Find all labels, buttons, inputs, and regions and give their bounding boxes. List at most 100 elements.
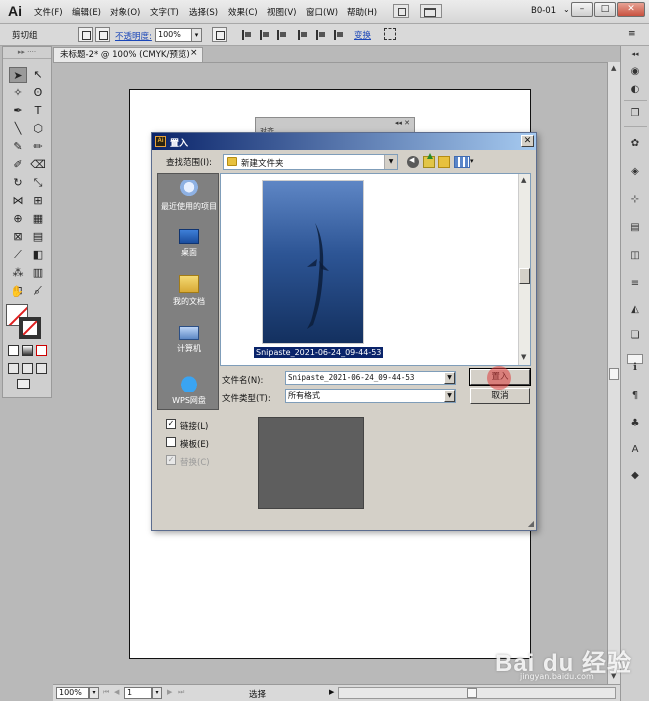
menu-select[interactable]: 选择(S): [189, 6, 218, 18]
swatches-panel-icon[interactable]: ❐: [627, 106, 643, 121]
vertical-scrollbar[interactable]: ▲ ▼: [607, 62, 620, 684]
status-text[interactable]: 选择: [249, 688, 266, 700]
symbols-panel-icon[interactable]: ✿: [627, 136, 643, 151]
artboard-number-input[interactable]: 1: [124, 687, 152, 699]
resize-grip-icon[interactable]: ◢: [528, 519, 534, 528]
opacity-label[interactable]: 不透明度:: [115, 30, 152, 42]
maximize-button[interactable]: □: [594, 2, 616, 17]
paragraph-panel-icon[interactable]: ¶: [627, 388, 643, 403]
direct-selection-tool-icon[interactable]: ↖: [29, 67, 47, 83]
hand-tool-icon[interactable]: ✋: [8, 284, 26, 300]
place-desktop[interactable]: 桌面: [158, 229, 220, 258]
scroll-up-icon[interactable]: ▲: [611, 64, 616, 72]
horizontal-scrollbar[interactable]: [338, 687, 616, 699]
rectangle-tool-icon[interactable]: ⬡: [29, 121, 47, 137]
graphic-styles-icon[interactable]: ◈: [627, 164, 643, 179]
zoom-input[interactable]: 100%: [56, 687, 89, 699]
align-panel-icon[interactable]: ▤: [627, 220, 643, 235]
blob-brush-tool-icon[interactable]: ✐: [9, 157, 27, 173]
workspace-switcher[interactable]: B0-01: [531, 6, 556, 16]
perspective-grid-tool-icon[interactable]: ▦: [29, 211, 47, 227]
up-folder-icon[interactable]: [423, 153, 435, 168]
zoom-tool-icon[interactable]: ⌕: [28, 284, 46, 300]
back-icon[interactable]: [407, 156, 419, 168]
close-window-button[interactable]: ✕: [617, 2, 645, 17]
character-panel-icon[interactable]: ♣: [627, 416, 643, 431]
isolate-group-icon[interactable]: [384, 28, 396, 40]
eraser-tool-icon[interactable]: ⌫: [29, 157, 47, 173]
template-checkbox[interactable]: [166, 437, 176, 447]
transform-link[interactable]: 变换: [354, 29, 371, 41]
menu-window[interactable]: 窗口(W): [306, 6, 338, 18]
file-list-scrollbar[interactable]: ▲ ▼: [518, 174, 530, 365]
character-styles-icon[interactable]: A: [627, 442, 643, 457]
floating-panel-controls[interactable]: ◂◂ ✕: [395, 119, 410, 127]
menu-view[interactable]: 视图(V): [267, 6, 296, 18]
dock-collapse-icon[interactable]: ◂◂: [627, 50, 643, 58]
scroll-up-icon[interactable]: ▲: [521, 176, 526, 184]
opacity-dropdown-button[interactable]: ▾: [191, 28, 202, 42]
link-checkbox[interactable]: ✓: [166, 419, 176, 429]
rotate-tool-icon[interactable]: ↻: [9, 175, 27, 191]
horizontal-scroll-thumb[interactable]: [467, 688, 477, 698]
shape-builder-tool-icon[interactable]: ⊕: [9, 211, 27, 227]
blend-tool-icon[interactable]: ◧: [29, 247, 47, 263]
stroke-panel-icon[interactable]: ≡: [627, 276, 643, 291]
draw-normal-icon[interactable]: [8, 363, 19, 374]
menu-object[interactable]: 对象(O): [110, 6, 140, 18]
chevron-down-icon[interactable]: ▼: [444, 372, 455, 384]
place-recent[interactable]: 最近使用的项目: [158, 180, 220, 212]
info-panel-icon[interactable]: ℹ: [627, 360, 643, 375]
width-tool-icon[interactable]: ⋈: [9, 193, 27, 209]
color-mode-icon[interactable]: [8, 345, 19, 356]
chevron-down-icon[interactable]: ▼: [384, 155, 397, 169]
vertical-scroll-thumb[interactable]: [609, 368, 619, 380]
pathfinder-panel-icon[interactable]: ◫: [627, 248, 643, 263]
place-my-documents[interactable]: 我的文档: [158, 275, 220, 307]
recolor-artwork-icon[interactable]: [212, 27, 227, 42]
go-to-bridge-icon[interactable]: [393, 4, 409, 18]
draw-inside-icon[interactable]: [36, 363, 47, 374]
align-right-icon[interactable]: [277, 30, 287, 40]
transform-panel-icon[interactable]: ⊹: [627, 192, 643, 207]
views-dropdown-icon[interactable]: ▾: [470, 157, 474, 165]
place-computer[interactable]: 计算机: [158, 326, 220, 354]
last-artboard-icon[interactable]: ⏭: [178, 688, 184, 697]
column-graph-tool-icon[interactable]: ▥: [29, 265, 47, 281]
file-list[interactable]: Snipaste_2021-06-24_09-44-53 ▲ ▼: [220, 173, 531, 366]
menu-edit[interactable]: 编辑(E): [72, 6, 101, 18]
artboard-dropdown-button[interactable]: ▾: [152, 687, 162, 699]
file-thumbnail[interactable]: [262, 180, 364, 344]
line-tool-icon[interactable]: ╲: [9, 121, 27, 137]
cancel-button[interactable]: 取消: [470, 388, 530, 404]
align-bottom-icon[interactable]: [334, 30, 344, 40]
file-name-input[interactable]: Snipaste_2021-06-24_09-44-53: [285, 371, 456, 385]
align-middle-icon[interactable]: [316, 30, 326, 40]
prev-artboard-icon[interactable]: ◀: [114, 688, 119, 696]
gradient-panel-icon[interactable]: ◭: [627, 302, 643, 317]
align-center-icon[interactable]: [260, 30, 270, 40]
none-mode-icon[interactable]: [36, 345, 47, 356]
arrange-documents-icon[interactable]: [420, 4, 442, 18]
place-button[interactable]: 置入: [469, 368, 531, 386]
scroll-down-icon[interactable]: ▼: [521, 353, 526, 361]
minimize-button[interactable]: –: [571, 2, 593, 17]
zoom-dropdown-button[interactable]: ▾: [89, 687, 99, 699]
paintbrush-tool-icon[interactable]: ✎: [9, 139, 27, 155]
layers-panel-icon[interactable]: ◆: [627, 468, 643, 483]
first-artboard-icon[interactable]: ⏮: [103, 688, 109, 697]
stroke-swatch[interactable]: [19, 317, 41, 339]
dialog-titlebar[interactable]: Ai 置入 ✕: [152, 133, 536, 150]
panel-menu-icon[interactable]: ≡: [628, 29, 636, 39]
lasso-tool-icon[interactable]: ʘ: [29, 85, 47, 101]
chevron-down-icon[interactable]: ▼: [444, 390, 455, 402]
eyedropper-tool-icon[interactable]: ⟋: [9, 247, 27, 263]
align-left-icon[interactable]: [242, 30, 252, 40]
edit-contents-icon[interactable]: [95, 27, 110, 42]
file-type-select[interactable]: 所有格式: [285, 389, 456, 403]
menu-type[interactable]: 文字(T): [150, 6, 179, 18]
selection-tool-icon[interactable]: ➤: [9, 67, 27, 83]
status-menu-icon[interactable]: ▶: [329, 688, 334, 696]
menu-effect[interactable]: 效果(C): [228, 6, 258, 18]
magic-wand-tool-icon[interactable]: ✧: [9, 85, 27, 101]
